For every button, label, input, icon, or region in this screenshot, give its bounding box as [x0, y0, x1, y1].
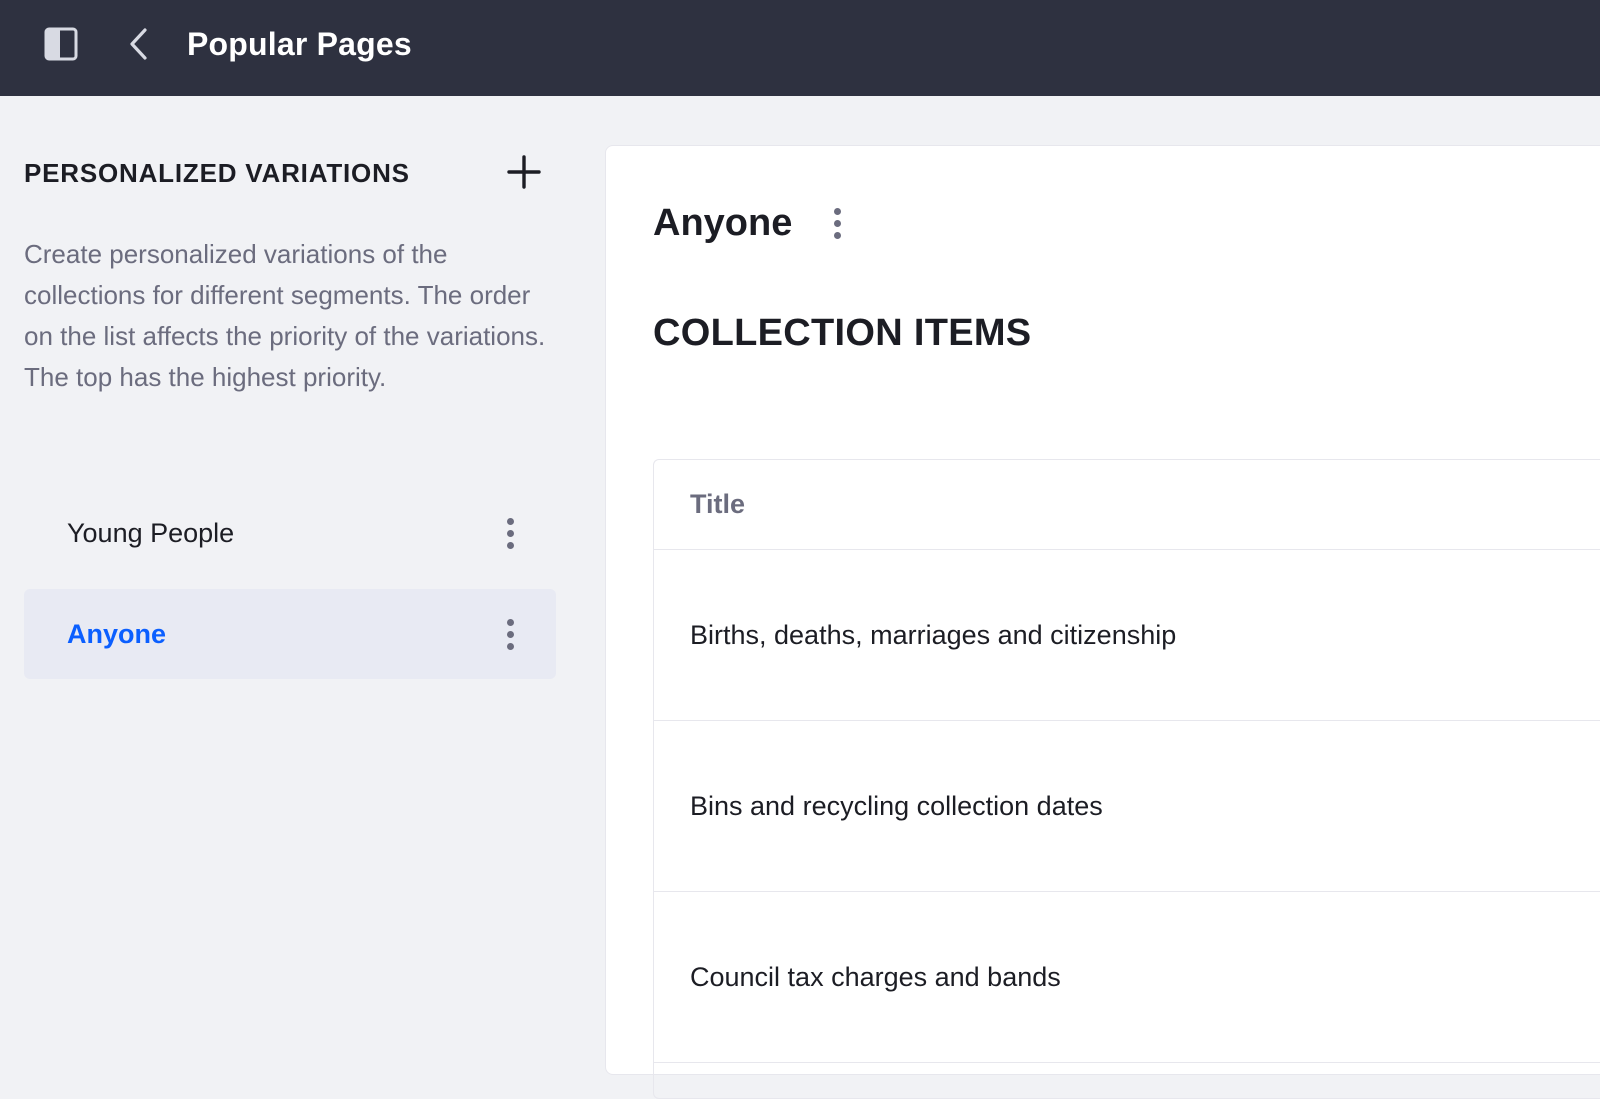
kebab-menu-icon[interactable]: [498, 614, 522, 654]
collection-items-heading: COLLECTION ITEMS: [653, 312, 1032, 354]
table-row[interactable]: Council tax charges and bands: [654, 892, 1600, 1063]
variations-heading: PERSONALIZED VARIATIONS: [24, 158, 410, 188]
table-row[interactable]: Bins and recycling collection dates: [654, 721, 1600, 892]
table-header-title: Title: [654, 460, 1600, 550]
personalized-variations-panel: PERSONALIZED VARIATIONS Create personali…: [0, 96, 594, 1056]
variation-label: Anyone: [67, 618, 167, 649]
kebab-menu-icon[interactable]: [498, 513, 522, 553]
variation-item-anyone[interactable]: Anyone: [24, 589, 556, 679]
variation-item-young-people[interactable]: Young People: [24, 488, 556, 578]
sidebar-panel-icon[interactable]: [44, 27, 78, 61]
variations-description: Create personalized variations of the co…: [24, 239, 546, 392]
variation-detail-card: Anyone COLLECTION ITEMS Title Births, de…: [605, 145, 1600, 1099]
variation-label: Young People: [67, 517, 235, 548]
add-variation-button[interactable]: [506, 154, 542, 190]
page-title: Popular Pages: [187, 26, 412, 62]
top-navigation-bar: Popular Pages: [0, 0, 1600, 96]
kebab-menu-icon[interactable]: [825, 203, 849, 243]
variation-title: Anyone: [653, 202, 793, 244]
collection-items-table: Title Births, deaths, marriages and citi…: [653, 459, 1600, 1099]
chevron-left-icon[interactable]: [124, 26, 154, 62]
table-row[interactable]: Births, deaths, marriages and citizenshi…: [654, 550, 1600, 721]
plus-icon: [507, 155, 541, 189]
